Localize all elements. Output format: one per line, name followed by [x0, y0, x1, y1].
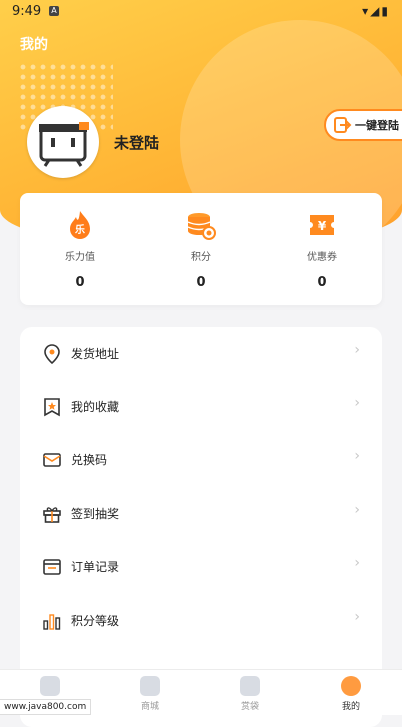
order-icon — [43, 559, 61, 575]
chevron-right-icon: › — [354, 342, 360, 358]
menu-list: 发货地址 › 我的收藏 › 兑换码 › 签到抽奖 › 订单记录 › 积分等级 › — [20, 327, 382, 727]
menu-item-label: 发货地址 — [71, 347, 120, 361]
stat-value: 0 — [75, 275, 85, 290]
one-click-login-button[interactable]: 一键登陆 — [324, 109, 402, 141]
menu-item-points-level[interactable]: 积分等级 › — [20, 594, 382, 647]
menu-item-label: 订单记录 — [71, 560, 120, 574]
coupon-icon: ¥ — [310, 215, 334, 235]
avatar[interactable] — [27, 106, 99, 178]
system-icons: ▾◢▮ — [362, 4, 390, 18]
menu-item-label: 积分等级 — [71, 614, 120, 628]
menu-item-label: 我的收藏 — [71, 400, 120, 414]
avatar-robot-icon — [39, 122, 89, 167]
chevron-right-icon: › — [354, 395, 360, 411]
stat-label: 积分 — [191, 252, 211, 263]
status-time: 9:49 — [12, 4, 42, 19]
shop-icon — [140, 676, 160, 696]
menu-item-checkin-lottery[interactable]: 签到抽奖 › — [20, 487, 382, 540]
menu-item-order-history[interactable]: 订单记录 › — [20, 540, 382, 593]
fire-icon-glyph: 乐 — [75, 223, 85, 236]
menu-item-shipping-address[interactable]: 发货地址 › — [20, 327, 382, 380]
tab-shop[interactable]: 商城 — [100, 676, 200, 712]
location-icon — [44, 344, 60, 365]
coupon-icon-glyph: ¥ — [318, 219, 327, 233]
username: 未登陆 — [114, 134, 160, 152]
tab-label: 商城 — [140, 702, 159, 712]
notification-icon: A — [49, 6, 59, 16]
coins-icon — [187, 213, 216, 240]
fire-icon: 乐 — [70, 211, 90, 239]
watermark: www.java800.com — [0, 699, 92, 715]
stat-lelizhi[interactable]: 乐 乐力值 0 — [30, 209, 130, 290]
stat-value: 0 — [196, 275, 206, 290]
menu-item-label: 签到抽奖 — [71, 507, 120, 521]
page-title: 我的 — [20, 37, 48, 53]
chevron-right-icon: › — [354, 502, 360, 518]
chevron-right-icon: › — [354, 555, 360, 571]
stats-card: 乐 乐力值 0 积分 0 ¥ 优惠券 0 — [20, 193, 382, 305]
login-icon — [334, 117, 352, 133]
chevron-right-icon: › — [354, 448, 360, 464]
bookmark-icon — [44, 398, 60, 417]
chevron-right-icon: › — [354, 609, 360, 625]
menu-item-label: 兑换码 — [71, 453, 108, 467]
status-bar: 9:49 A ▾◢▮ — [0, 0, 402, 24]
envelope-icon — [43, 453, 61, 467]
gift-icon — [43, 507, 61, 523]
bag-icon — [240, 676, 260, 696]
tab-profile[interactable]: 我的 — [301, 676, 401, 712]
stat-label: 乐力值 — [65, 252, 95, 263]
home-icon — [40, 676, 60, 696]
login-button-label: 一键登陆 — [355, 119, 399, 132]
tab-bag[interactable]: 赏袋 — [200, 676, 300, 712]
stat-points[interactable]: 积分 0 — [151, 209, 251, 290]
stat-coupons[interactable]: ¥ 优惠券 0 — [272, 209, 372, 290]
tab-home[interactable] — [0, 676, 100, 699]
menu-item-favorites[interactable]: 我的收藏 › — [20, 380, 382, 433]
stat-label: 优惠券 — [307, 252, 337, 263]
tab-label: 赏袋 — [240, 702, 259, 712]
menu-item-redeem-code[interactable]: 兑换码 › — [20, 433, 382, 486]
bars-icon — [43, 614, 61, 630]
tab-label: 我的 — [341, 702, 360, 712]
profile-icon — [341, 676, 361, 696]
stat-value: 0 — [317, 275, 327, 290]
